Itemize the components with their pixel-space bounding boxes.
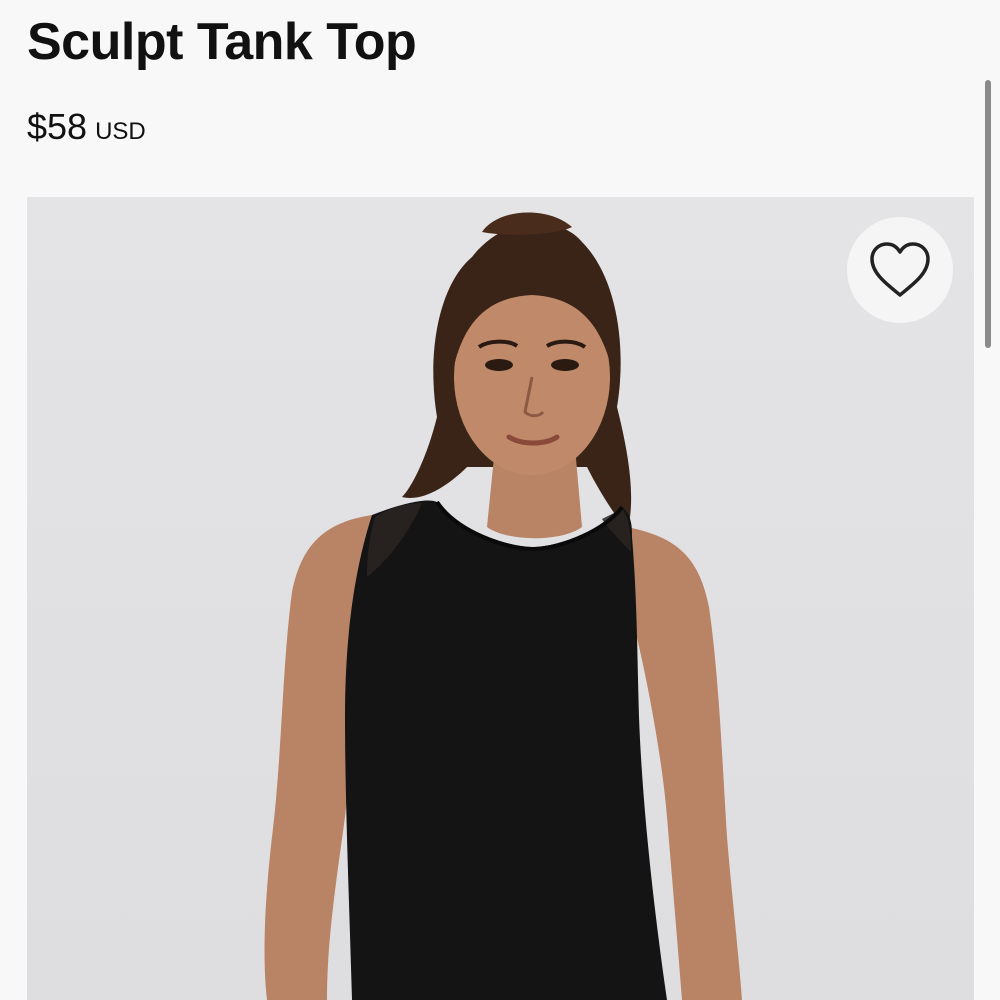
price-amount: $58 <box>27 106 88 147</box>
product-page: Sculpt Tank Top $58 USD <box>0 0 1000 1000</box>
price-currency: USD <box>95 118 146 145</box>
scrollbar[interactable] <box>985 80 991 348</box>
product-price: $58 USD <box>27 106 146 148</box>
product-title: Sculpt Tank Top <box>27 13 417 71</box>
wishlist-button[interactable] <box>847 217 953 323</box>
product-image[interactable] <box>27 197 974 1000</box>
model-illustration <box>264 212 742 1000</box>
heart-icon <box>870 242 930 297</box>
